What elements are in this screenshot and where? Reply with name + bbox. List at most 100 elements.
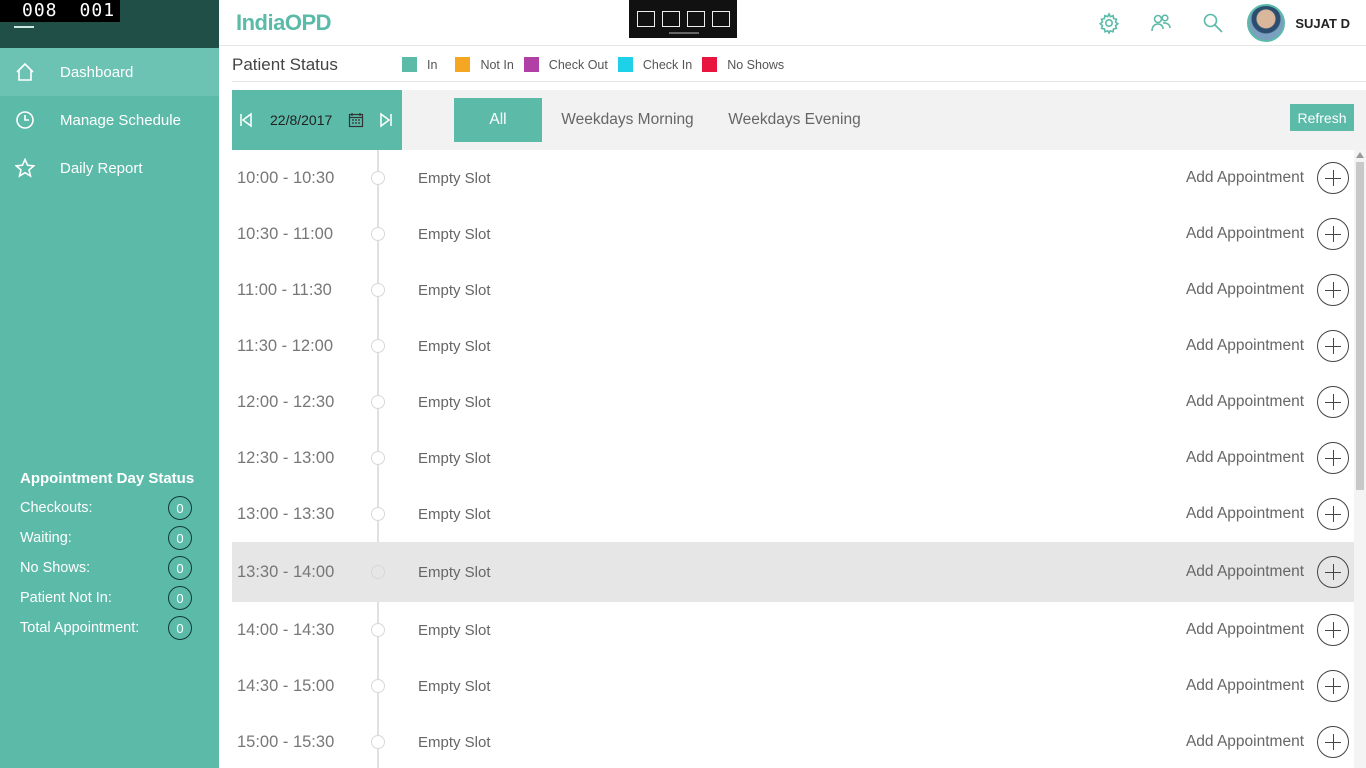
sidebar-item-label: Dashboard bbox=[60, 63, 134, 81]
add-appointment-plus-icon[interactable] bbox=[1317, 670, 1349, 702]
day-status-row-waiting: Waiting: 0 bbox=[20, 523, 210, 553]
add-appointment-plus-icon[interactable] bbox=[1317, 386, 1349, 418]
slot-row[interactable]: 10:30 - 11:00 Empty Slot Add Appointment bbox=[232, 206, 1354, 262]
fullscreen-tool-icon[interactable] bbox=[711, 11, 730, 27]
timeline-dot-icon bbox=[371, 679, 385, 693]
legend-item-no-shows: No Shows bbox=[702, 57, 784, 72]
timeline-dot-icon bbox=[371, 283, 385, 297]
day-status-row-no-shows: No Shows: 0 bbox=[20, 553, 210, 583]
new-window-tool-icon[interactable] bbox=[636, 11, 655, 27]
scrollbar[interactable] bbox=[1354, 150, 1366, 768]
schedule-controls: 22/8/2017 All Weekdays Morning Weekdays … bbox=[232, 90, 1366, 150]
date-value[interactable]: 22/8/2017 bbox=[270, 112, 344, 128]
patient-status-title: Patient Status bbox=[232, 54, 338, 74]
day-status-count-badge: 0 bbox=[168, 496, 192, 520]
day-status-label: Checkouts: bbox=[20, 500, 93, 516]
legend-swatch bbox=[702, 57, 718, 72]
sidebar-item-daily-report[interactable]: Daily Report bbox=[0, 144, 219, 192]
slot-row[interactable]: 12:00 - 12:30 Empty Slot Add Appointment bbox=[232, 374, 1354, 430]
sidebar-header: 008 001 bbox=[0, 0, 219, 48]
day-status-count-badge: 0 bbox=[168, 616, 192, 640]
add-appointment-plus-icon[interactable] bbox=[1317, 330, 1349, 362]
timeline-dot-icon bbox=[371, 227, 385, 241]
avatar[interactable] bbox=[1247, 4, 1286, 42]
scroll-up-arrow-icon[interactable] bbox=[1356, 152, 1364, 158]
legend-swatch bbox=[617, 57, 633, 72]
home-icon bbox=[14, 61, 36, 83]
legend-item-in: In bbox=[402, 57, 437, 72]
add-appointment-plus-icon[interactable] bbox=[1317, 442, 1349, 474]
search-icon[interactable] bbox=[1187, 0, 1239, 46]
add-appointment-link[interactable]: Add Appointment bbox=[1186, 621, 1304, 639]
pointer-tool-icon[interactable] bbox=[661, 11, 680, 27]
calendar-icon[interactable] bbox=[348, 112, 364, 128]
add-appointment-link[interactable]: Add Appointment bbox=[1186, 225, 1304, 243]
legend-label: Not In bbox=[480, 57, 514, 72]
day-status-row-checkouts: Checkouts: 0 bbox=[20, 493, 210, 523]
add-appointment-plus-icon[interactable] bbox=[1317, 614, 1349, 646]
sidebar-item-dashboard[interactable]: Dashboard bbox=[0, 48, 219, 96]
slot-container: 10:00 - 10:30 Empty Slot Add Appointment 10… bbox=[232, 150, 1354, 768]
last-date-icon[interactable] bbox=[372, 90, 400, 150]
add-appointment-link[interactable]: Add Appointment bbox=[1186, 393, 1304, 411]
add-appointment-link[interactable]: Add Appointment bbox=[1186, 505, 1304, 523]
legend-label: No Shows bbox=[727, 57, 785, 72]
day-status-label: Waiting: bbox=[20, 530, 72, 546]
top-bar: IndiaOPD SUJAT D bbox=[219, 0, 1366, 46]
slot-row[interactable]: 13:00 - 13:30 Empty Slot Add Appointment bbox=[232, 486, 1354, 542]
tab-weekdays-morning[interactable]: Weekdays Morning bbox=[550, 98, 705, 142]
slot-row[interactable]: 14:30 - 15:00 Empty Slot Add Appointment bbox=[232, 658, 1354, 714]
sidebar-item-manage-schedule[interactable]: Manage Schedule bbox=[0, 96, 219, 144]
day-status-row-patient-not-in: Patient Not In: 0 bbox=[20, 583, 210, 613]
slot-status-label: Empty Slot bbox=[418, 505, 491, 523]
refresh-button[interactable]: Refresh bbox=[1290, 104, 1354, 131]
legend-item-not-in: Not In bbox=[455, 57, 514, 72]
toolbar-grip[interactable] bbox=[669, 32, 699, 34]
slot-status-label: Empty Slot bbox=[418, 337, 491, 355]
add-appointment-plus-icon[interactable] bbox=[1317, 498, 1349, 530]
legend-label: Check In bbox=[642, 57, 693, 72]
slot-time: 12:30 - 13:00 bbox=[237, 448, 335, 467]
slot-row[interactable]: 14:00 - 14:30 Empty Slot Add Appointment bbox=[232, 602, 1354, 658]
add-appointment-link[interactable]: Add Appointment bbox=[1186, 449, 1304, 467]
first-date-icon[interactable] bbox=[232, 90, 260, 150]
add-appointment-link[interactable]: Add Appointment bbox=[1186, 677, 1304, 695]
add-appointment-link[interactable]: Add Appointment bbox=[1186, 733, 1304, 751]
add-appointment-plus-icon[interactable] bbox=[1317, 218, 1349, 250]
slot-time: 10:00 - 10:30 bbox=[237, 168, 335, 187]
slot-row[interactable]: 11:30 - 12:00 Empty Slot Add Appointment bbox=[232, 318, 1354, 374]
day-status-count-badge: 0 bbox=[168, 526, 192, 550]
tab-weekdays-evening[interactable]: Weekdays Evening bbox=[718, 98, 871, 142]
star-icon bbox=[14, 157, 36, 179]
slot-row[interactable]: 15:00 - 15:30 Empty Slot Add Appointment bbox=[232, 714, 1354, 768]
app-logo[interactable]: IndiaOPD bbox=[236, 10, 332, 36]
scroll-thumb[interactable] bbox=[1356, 162, 1364, 490]
timeline-dot-icon bbox=[371, 623, 385, 637]
add-appointment-link[interactable]: Add Appointment bbox=[1186, 563, 1304, 581]
users-icon[interactable] bbox=[1135, 0, 1187, 46]
slot-row[interactable]: 10:00 - 10:30 Empty Slot Add Appointment bbox=[232, 150, 1354, 206]
add-appointment-plus-icon[interactable] bbox=[1317, 726, 1349, 758]
slot-time: 11:00 - 11:30 bbox=[237, 280, 332, 299]
capture-toolbar bbox=[629, 0, 737, 38]
add-appointment-link[interactable]: Add Appointment bbox=[1186, 169, 1304, 187]
add-appointment-link[interactable]: Add Appointment bbox=[1186, 281, 1304, 299]
slot-row[interactable]: 12:30 - 13:00 Empty Slot Add Appointment bbox=[232, 430, 1354, 486]
add-appointment-plus-icon[interactable] bbox=[1317, 274, 1349, 306]
slot-status-label: Empty Slot bbox=[418, 563, 491, 581]
legend-label: In bbox=[427, 57, 438, 72]
user-name[interactable]: SUJAT D bbox=[1295, 16, 1350, 31]
day-status-label: No Shows: bbox=[20, 560, 91, 576]
region-tool-icon[interactable] bbox=[686, 11, 705, 27]
slot-row[interactable]: 13:30 - 14:00 Empty Slot Add Appointment bbox=[232, 542, 1354, 602]
slot-row[interactable]: 11:00 - 11:30 Empty Slot Add Appointment bbox=[232, 262, 1354, 318]
counter-value-2: 001 bbox=[79, 0, 116, 21]
hamburger-menu-icon[interactable] bbox=[14, 26, 34, 28]
slot-status-label: Empty Slot bbox=[418, 621, 491, 639]
day-status-row-total-appointment: Total Appointment: 0 bbox=[20, 613, 210, 643]
add-appointment-plus-icon[interactable] bbox=[1317, 556, 1349, 588]
tab-all[interactable]: All bbox=[454, 98, 542, 142]
settings-gear-icon[interactable] bbox=[1083, 0, 1135, 46]
add-appointment-link[interactable]: Add Appointment bbox=[1186, 337, 1304, 355]
add-appointment-plus-icon[interactable] bbox=[1317, 162, 1349, 194]
